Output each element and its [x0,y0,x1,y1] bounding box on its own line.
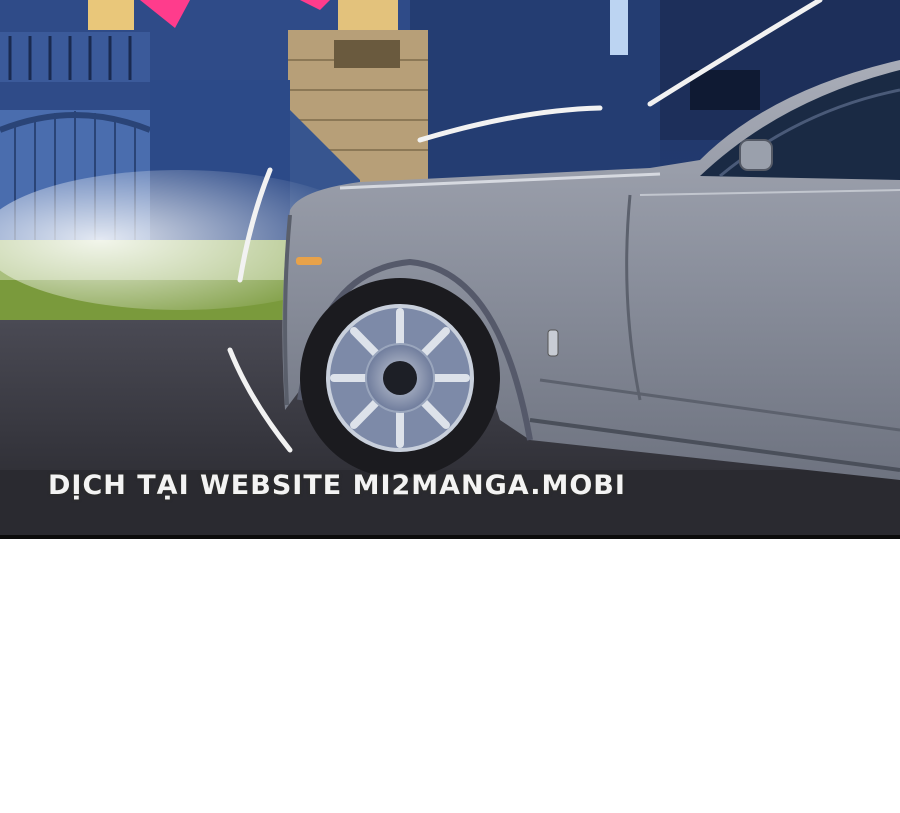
watermark-text: DỊCH TẠI WEBSITE MI2MANGA.MOBI [48,470,626,501]
wheel-icon [300,278,500,478]
manga-panel: DỊCH TẠI WEBSITE MI2MANGA.MOBI [0,0,900,537]
side-mirror [739,139,773,171]
warm-window-left [88,0,134,30]
blank-gutter [0,539,900,813]
night-street-scene [0,0,900,537]
turn-signal [296,257,322,265]
balcony [0,32,150,82]
